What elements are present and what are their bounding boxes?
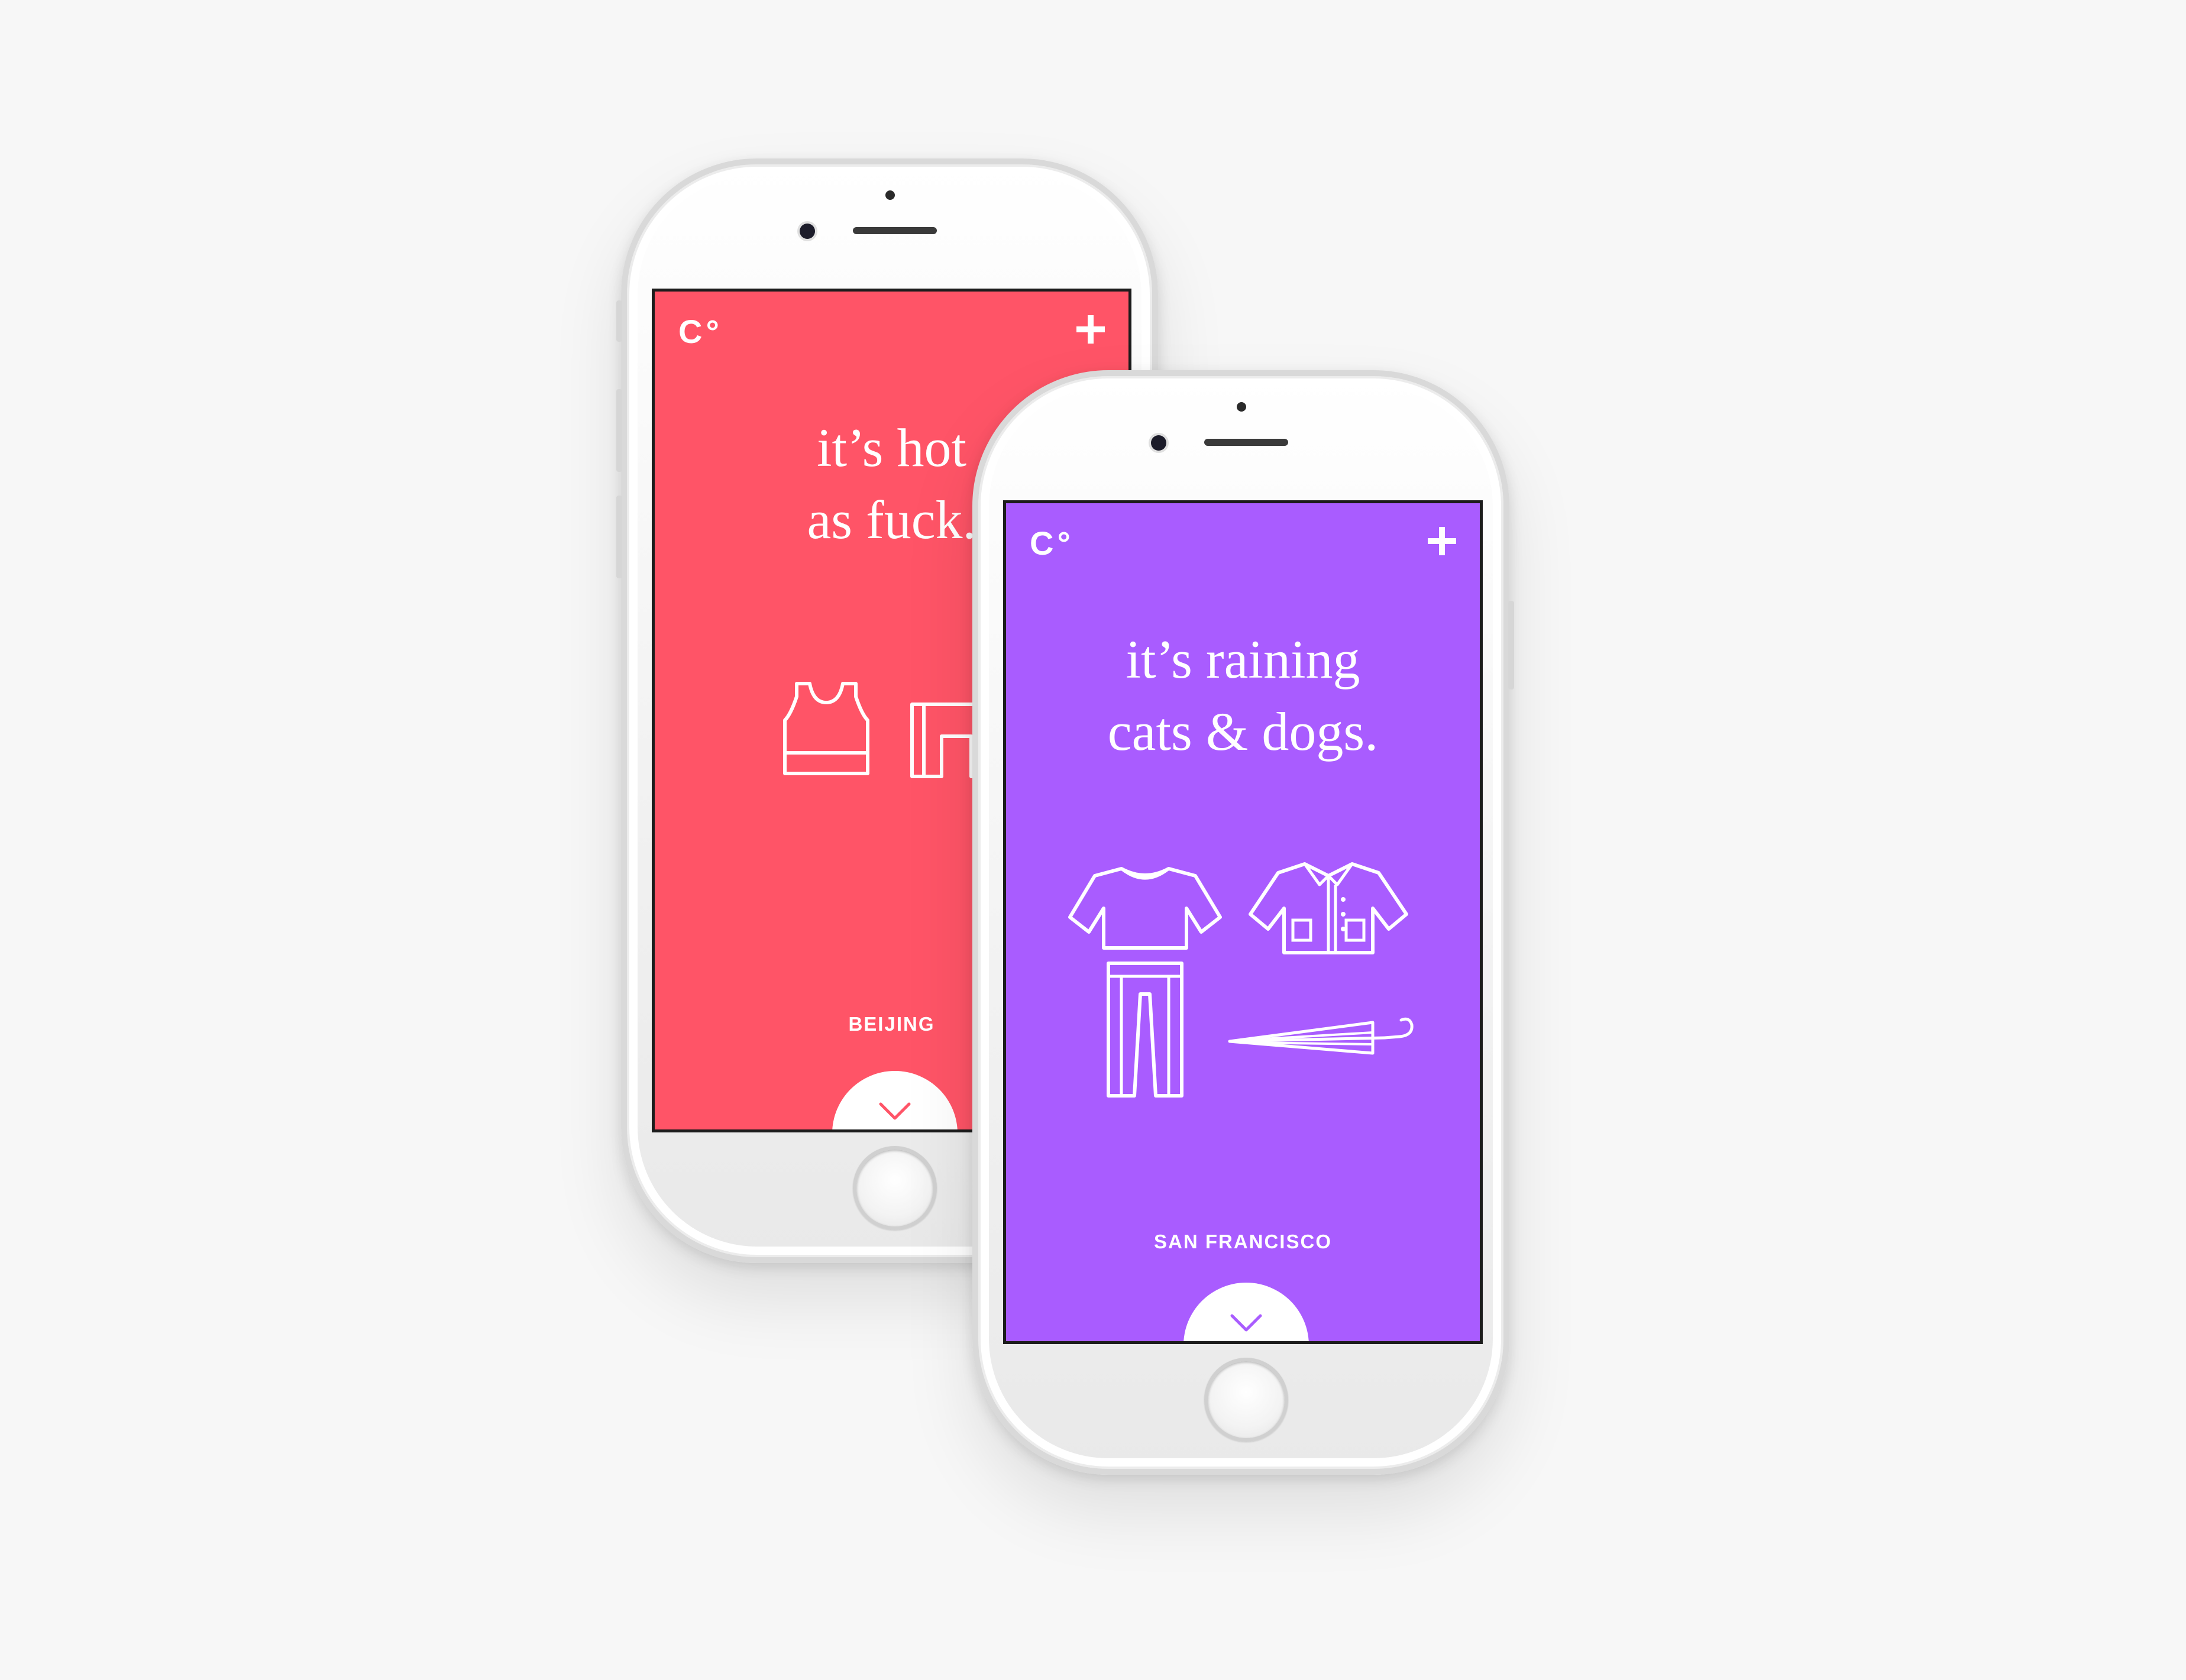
mute-switch xyxy=(616,300,622,342)
front-camera xyxy=(1151,435,1166,451)
app-logo: C° xyxy=(1030,525,1074,562)
weather-headline: it’s raining cats & dogs. xyxy=(1006,623,1480,768)
volume-down-button xyxy=(616,496,622,578)
add-city-button[interactable] xyxy=(1076,315,1105,344)
umbrella-icon xyxy=(1228,1017,1414,1055)
home-button[interactable] xyxy=(1204,1358,1288,1442)
raincoat-icon xyxy=(1249,862,1408,954)
tank-top-icon xyxy=(783,682,869,775)
front-camera xyxy=(800,224,815,239)
power-button xyxy=(1508,601,1514,690)
earpiece-speaker xyxy=(1204,439,1288,446)
headline-line-2: cats & dogs. xyxy=(1107,701,1379,762)
app-logo: C° xyxy=(678,313,723,350)
add-city-button[interactable] xyxy=(1428,527,1456,555)
long-sleeve-shirt-icon xyxy=(1068,867,1222,950)
home-button[interactable] xyxy=(853,1146,937,1230)
chevron-down-icon xyxy=(879,1102,911,1120)
city-label: SAN FRANCISCO xyxy=(1153,1231,1332,1252)
proximity-sensor xyxy=(1237,402,1246,412)
earpiece-speaker xyxy=(853,227,937,234)
proximity-sensor xyxy=(885,190,895,200)
scroll-down-button[interactable] xyxy=(832,1071,958,1129)
san-francisco-screen: C° it’s raining cats & dogs. SAN FRANCIS… xyxy=(1003,500,1483,1344)
front-phone: C° it’s raining cats & dogs. SAN FRANCIS… xyxy=(972,370,1514,1475)
chevron-down-icon xyxy=(1230,1314,1262,1332)
headline-line-1: it’s raining xyxy=(1126,629,1360,690)
pants-icon xyxy=(1107,962,1183,1098)
scroll-down-button[interactable] xyxy=(1183,1283,1309,1341)
volume-up-button xyxy=(616,389,622,472)
